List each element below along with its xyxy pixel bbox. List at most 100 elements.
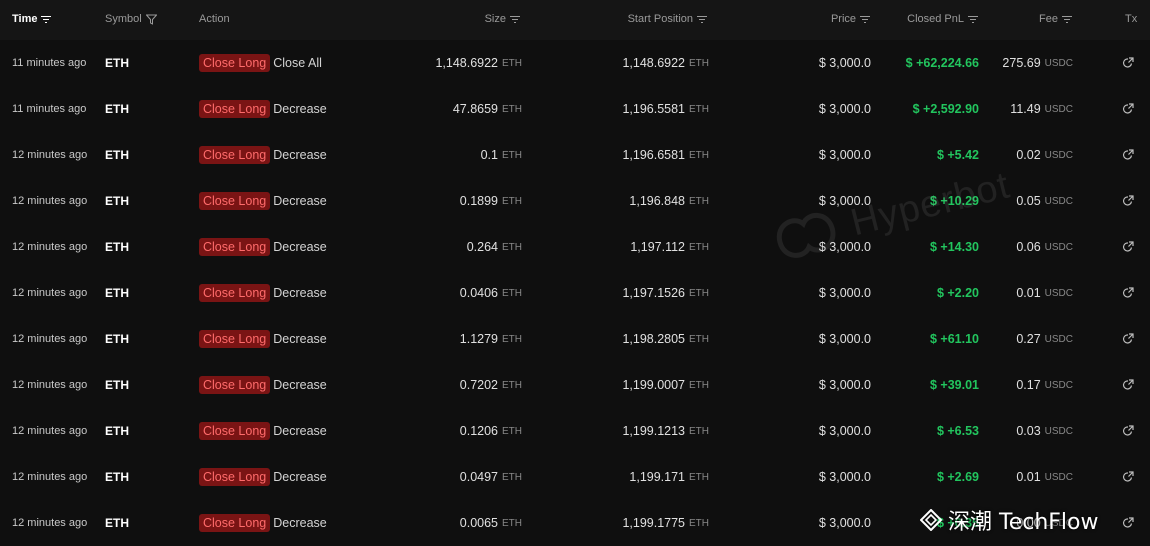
trade-start-position: 1,148.6922 ETH	[622, 40, 709, 86]
external-link-icon[interactable]	[1122, 287, 1134, 299]
trade-fee: 0.05 USDC	[1016, 178, 1073, 224]
sort-icon[interactable]	[860, 15, 870, 24]
external-link-icon[interactable]	[1122, 517, 1134, 529]
col-header-time[interactable]: Time	[12, 13, 52, 25]
col-header-start-position[interactable]: Start Position	[628, 13, 707, 25]
tx-link[interactable]	[1121, 86, 1135, 132]
col-header-closed-pnl[interactable]: Closed PnL	[907, 13, 978, 25]
trade-time: 12 minutes ago	[12, 471, 88, 483]
trade-start-position: 1,199.1775 ETH	[622, 500, 709, 546]
fee-value: 0.02	[1016, 148, 1041, 162]
sort-icon[interactable]	[1062, 15, 1072, 24]
fee-unit: USDC	[1044, 471, 1073, 483]
trade-price: $ 3,000.0	[818, 424, 871, 438]
tx-link[interactable]	[1121, 316, 1135, 362]
trade-closed-pnl: $ +6.53	[936, 424, 979, 438]
tx-link[interactable]	[1121, 132, 1135, 178]
fee-value: 11.49	[1010, 102, 1041, 116]
trade-symbol: ETH	[105, 424, 129, 438]
trade-size: 0.0406 ETH	[460, 270, 522, 316]
start-position-unit: ETH	[689, 103, 709, 115]
trade-start-position: 1,196.848 ETH	[629, 178, 709, 224]
sort-icon[interactable]	[697, 15, 707, 24]
size-unit: ETH	[502, 241, 522, 253]
external-link-icon[interactable]	[1122, 471, 1134, 483]
trade-action: Close Long Decrease	[199, 86, 327, 132]
col-header-action: Action	[199, 13, 230, 25]
trade-start-position: 1,196.5581 ETH	[622, 86, 709, 132]
tx-link[interactable]	[1121, 362, 1135, 408]
col-header-fee[interactable]: Fee	[1039, 13, 1072, 25]
trade-size: 0.1899 ETH	[460, 178, 522, 224]
tx-link[interactable]	[1121, 40, 1135, 86]
start-position-unit: ETH	[689, 57, 709, 69]
techflow-logo-icon	[920, 509, 942, 531]
trade-fee: 0.06 USDC	[1016, 224, 1073, 270]
action-detail: Decrease	[273, 332, 327, 346]
action-detail: Decrease	[273, 378, 327, 392]
external-link-icon[interactable]	[1122, 103, 1134, 115]
trade-start-position: 1,199.0007 ETH	[622, 362, 709, 408]
tx-link[interactable]	[1121, 408, 1135, 454]
col-header-fee-label: Fee	[1039, 13, 1058, 25]
action-badge: Close Long	[199, 100, 271, 118]
trade-action: Close Long Decrease	[199, 454, 327, 500]
sort-icon[interactable]	[41, 15, 52, 24]
filter-icon[interactable]	[145, 14, 157, 25]
tx-link[interactable]	[1121, 270, 1135, 316]
table-row: 12 minutes ago ETH Close Long Decrease 0.1 ET…	[0, 132, 1150, 178]
trade-fee: 0.03 USDC	[1016, 408, 1073, 454]
tx-link[interactable]	[1121, 454, 1135, 500]
tx-link[interactable]	[1121, 224, 1135, 270]
trade-size: 0.0065 ETH	[460, 500, 522, 546]
action-badge: Close Long	[199, 54, 271, 72]
trade-time: 12 minutes ago	[12, 333, 88, 345]
trade-size: 0.7202 ETH	[460, 362, 522, 408]
size-unit: ETH	[502, 103, 522, 115]
trade-closed-pnl: $ +39.01	[929, 378, 979, 392]
action-detail: Decrease	[273, 470, 327, 484]
trade-time: 12 minutes ago	[12, 425, 88, 437]
table-row: 12 minutes ago ETH Close Long Decrease 0.040…	[0, 270, 1150, 316]
trade-price: $ 3,000.0	[818, 240, 871, 254]
sort-icon[interactable]	[968, 15, 978, 24]
action-detail: Close All	[273, 56, 322, 70]
fee-unit: USDC	[1044, 241, 1073, 253]
external-link-icon[interactable]	[1122, 195, 1134, 207]
col-header-price[interactable]: Price	[831, 13, 870, 25]
trade-closed-pnl: $ +2,592.90	[912, 102, 979, 116]
trade-start-position: 1,197.112 ETH	[630, 224, 709, 270]
trade-price: $ 3,000.0	[818, 516, 871, 530]
size-unit: ETH	[502, 379, 522, 391]
col-header-symbol-label: Symbol	[105, 13, 142, 25]
trade-size: 1,148.6922 ETH	[435, 40, 522, 86]
trade-size: 1.1279 ETH	[460, 316, 522, 362]
start-position-value: 1,197.112	[630, 240, 685, 254]
col-header-size[interactable]: Size	[485, 13, 520, 25]
external-link-icon[interactable]	[1122, 57, 1134, 69]
external-link-icon[interactable]	[1122, 425, 1134, 437]
trade-closed-pnl: $ +61.10	[929, 332, 979, 346]
start-position-value: 1,198.2805	[622, 332, 685, 346]
trade-size: 0.1206 ETH	[460, 408, 522, 454]
table-row: 12 minutes ago ETH Close Long Decrease 0.120…	[0, 408, 1150, 454]
trade-start-position: 1,197.1526 ETH	[622, 270, 709, 316]
external-link-icon[interactable]	[1122, 333, 1134, 345]
tx-link[interactable]	[1121, 178, 1135, 224]
tx-link[interactable]	[1121, 500, 1135, 546]
start-position-unit: ETH	[689, 425, 709, 437]
sort-icon[interactable]	[510, 15, 520, 24]
start-position-value: 1,196.5581	[622, 102, 685, 116]
trade-start-position: 1,199.1213 ETH	[622, 408, 709, 454]
external-link-icon[interactable]	[1122, 149, 1134, 161]
trade-action: Close Long Decrease	[199, 178, 327, 224]
trades-table: Time Symbol Action Size Start Position P…	[0, 0, 1150, 543]
size-value: 0.7202	[459, 378, 498, 392]
col-header-size-label: Size	[484, 13, 506, 25]
trade-action: Close Long Decrease	[199, 270, 327, 316]
trade-action: Close Long Decrease	[199, 362, 327, 408]
start-position-value: 1,196.848	[629, 194, 685, 208]
external-link-icon[interactable]	[1122, 379, 1134, 391]
external-link-icon[interactable]	[1122, 241, 1134, 253]
col-header-symbol[interactable]: Symbol	[105, 13, 157, 25]
